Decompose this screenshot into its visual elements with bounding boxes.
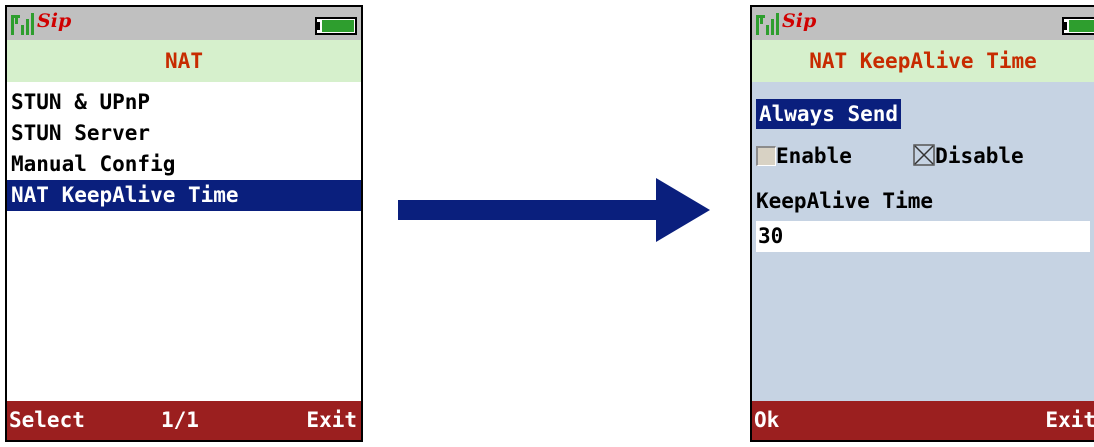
status-bar: Sip [7, 7, 361, 40]
menu-item-nat-keepalive-time[interactable]: NAT KeepAlive Time [7, 180, 361, 211]
battery-icon [1062, 17, 1094, 35]
softkey-exit[interactable]: Exit [1045, 401, 1094, 440]
sip-logo: Sip [37, 10, 72, 32]
menu-item-manual-config[interactable]: Manual Config [7, 149, 361, 180]
enable-label: Enable [776, 144, 852, 168]
signal-bars-icon [756, 13, 779, 35]
softkey-select[interactable]: Select [9, 401, 85, 440]
signal-bars-icon [11, 13, 34, 35]
right-arrow-icon [398, 178, 710, 242]
softkey-bar: Ok Exit [752, 401, 1094, 440]
page-title: NAT [7, 40, 361, 82]
enable-option[interactable]: Enable [756, 144, 865, 168]
status-bar: Sip [752, 7, 1094, 40]
phone-screen-keepalive-settings: Sip NAT KeepAlive Time Always Send Enabl… [750, 5, 1094, 442]
softkey-ok[interactable]: Ok [754, 401, 779, 440]
menu-item-stun-upnp[interactable]: STUN & UPnP [7, 87, 361, 118]
always-send-label: Always Send [756, 99, 902, 129]
sip-logo: Sip [782, 10, 817, 32]
keepalive-time-label: KeepAlive Time [756, 189, 934, 213]
keepalive-time-input[interactable]: 30 [756, 221, 1090, 252]
menu-item-stun-server[interactable]: STUN Server [7, 118, 361, 149]
phone-screen-nat-menu: Sip NAT STUN & UPnP STUN Server Manual C… [5, 5, 363, 442]
battery-icon [315, 17, 357, 35]
enable-checkbox[interactable] [756, 146, 776, 166]
disable-label: Disable [935, 144, 1024, 168]
disable-option[interactable]: Disable [913, 144, 1024, 168]
disable-checkbox-checked-icon[interactable] [913, 144, 935, 166]
menu-list: STUN & UPnP STUN Server Manual Config NA… [7, 87, 361, 211]
page-title: NAT KeepAlive Time [752, 40, 1094, 82]
softkey-bar: Select 1/1 Exit [7, 401, 361, 440]
page-indicator: 1/1 [161, 408, 199, 432]
enable-disable-options: Enable Disable [756, 140, 1024, 172]
softkey-exit[interactable]: Exit [306, 401, 357, 440]
